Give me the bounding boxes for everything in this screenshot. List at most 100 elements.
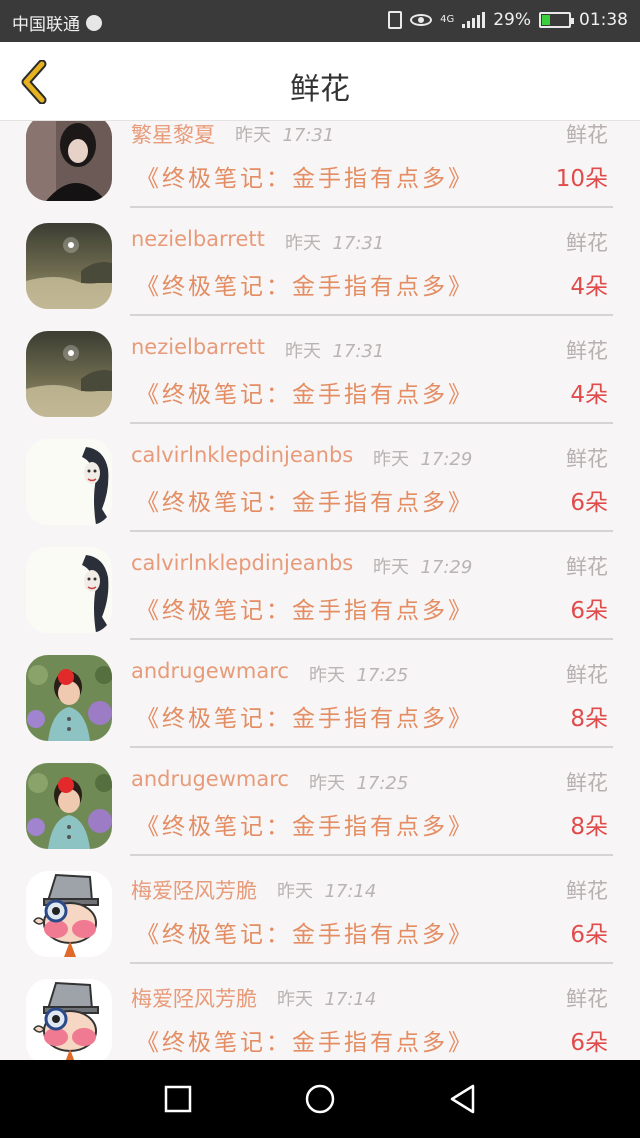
gift-list: 繁星黎夏 昨天 17:31 鲜花 《终极笔记：金手指有点多》 10朵 nezielbarr… (0, 121, 640, 1060)
timestamp-time: 17:14 (324, 881, 377, 902)
avatar[interactable] (26, 223, 112, 309)
signal-icon (462, 12, 486, 28)
gift-count: 6朵 (570, 922, 608, 948)
list-item[interactable]: 梅爱陉风芳脆 昨天 17:14 鲜花《终极笔记：金手指有点多》 6朵 (0, 861, 640, 969)
list-item[interactable]: 繁星黎夏 昨天 17:31 鲜花《终极笔记：金手指有点多》 10朵 (0, 121, 640, 213)
circle-icon (305, 1084, 335, 1114)
timestamp-day: 昨天 (277, 881, 313, 902)
timestamp-time: 17:31 (332, 233, 385, 254)
timestamp: 昨天 17:25 (309, 769, 408, 795)
avatar[interactable] (26, 871, 112, 957)
timestamp: 昨天 17:14 (277, 985, 376, 1011)
row-divider (130, 962, 613, 964)
sender-name[interactable]: calvirlnklepdinjeanbs (131, 443, 353, 467)
gift-type: 鲜花 (566, 555, 608, 579)
back-nav-button[interactable] (448, 1084, 478, 1114)
timestamp-day: 昨天 (373, 557, 409, 578)
list-item[interactable]: andrugewmarc 昨天 17:25 鲜花《终极笔记：金手指有点多》 8朵 (0, 645, 640, 753)
timestamp-time: 17:29 (420, 557, 473, 578)
sender-name[interactable]: nezielbarrett (131, 227, 265, 251)
book-title[interactable]: 《终极笔记：金手指有点多》 (136, 267, 474, 301)
book-title[interactable]: 《终极笔记：金手指有点多》 (136, 159, 474, 193)
sender-name[interactable]: 梅爱陉风芳脆 (131, 983, 257, 1013)
row-divider (130, 854, 613, 856)
navigation-bar (0, 1060, 640, 1138)
list-item[interactable]: calvirlnklepdinjeanbs 昨天 17:29 鲜花《终极笔记：金手指… (0, 429, 640, 537)
list-item[interactable]: 梅爱陉风芳脆 昨天 17:14 鲜花 《终极笔记：金手指有点多》 6朵 (0, 969, 640, 1060)
sender-name[interactable]: 梅爱陉风芳脆 (131, 875, 257, 905)
gift-type: 鲜花 (566, 987, 608, 1011)
gift-count: 4朵 (570, 382, 608, 408)
row-divider (130, 206, 613, 208)
timestamp-day: 昨天 (235, 125, 271, 146)
avatar[interactable] (26, 439, 112, 525)
book-title[interactable]: 《终极笔记：金手指有点多》 (136, 699, 474, 733)
gift-count: 10朵 (555, 166, 608, 192)
book-title[interactable]: 《终极笔记：金手指有点多》 (136, 1023, 474, 1057)
carrier-label: 中国联通 (12, 15, 80, 35)
timestamp-time: 17:31 (282, 125, 335, 146)
row-divider (130, 314, 613, 316)
timestamp-day: 昨天 (277, 989, 313, 1010)
book-title[interactable]: 《终极笔记：金手指有点多》 (136, 483, 474, 517)
list-item[interactable]: nezielbarrett 昨天 17:31 鲜花 《终极笔记：金手指有点多》 4朵 (0, 321, 640, 429)
book-title[interactable]: 《终极笔记：金手指有点多》 (136, 375, 474, 409)
avatar[interactable] (26, 331, 112, 417)
sender-name[interactable]: nezielbarrett (131, 335, 265, 359)
row-divider (130, 746, 613, 748)
sender-name[interactable]: 繁星黎夏 (131, 121, 215, 149)
timestamp: 昨天 17:14 (277, 877, 376, 903)
timestamp: 昨天 17:31 (285, 229, 384, 255)
timestamp: 昨天 17:29 (373, 445, 472, 471)
timestamp-day: 昨天 (309, 773, 345, 794)
gift-count: 6朵 (570, 490, 608, 516)
sender-name[interactable]: calvirlnklepdinjeanbs (131, 551, 353, 575)
gift-count: 8朵 (570, 706, 608, 732)
avatar[interactable] (26, 763, 112, 849)
avatar[interactable] (26, 547, 112, 633)
gift-count: 6朵 (570, 598, 608, 624)
timestamp-time: 17:29 (420, 449, 473, 470)
timestamp-day: 昨天 (285, 233, 321, 254)
list-item[interactable]: nezielbarrett 昨天 17:31 鲜花《终极笔记：金手指有点多》 4朵 (0, 213, 640, 321)
book-title[interactable]: 《终极笔记：金手指有点多》 (136, 915, 474, 949)
page-title: 鲜花 (290, 72, 350, 107)
gift-type: 鲜花 (566, 231, 608, 255)
row-divider (130, 530, 613, 532)
network-label: 4G (440, 14, 455, 25)
gift-type: 鲜花 (566, 663, 608, 687)
row-divider (130, 638, 613, 640)
battery-percent: 29% (493, 10, 531, 30)
status-bar: 中国联通 4G 29% 01:38 (0, 0, 640, 42)
gift-type: 鲜花 (566, 123, 608, 147)
gift-count: 4朵 (570, 274, 608, 300)
gift-count: 8朵 (570, 814, 608, 840)
list-item[interactable]: andrugewmarc 昨天 17:25 鲜花《终极笔记：金手指有点多》 8朵 (0, 753, 640, 861)
status-left: 中国联通 (12, 10, 102, 35)
book-title[interactable]: 《终极笔记：金手指有点多》 (136, 807, 474, 841)
avatar[interactable] (26, 121, 112, 201)
avatar[interactable] (26, 979, 112, 1060)
timestamp-day: 昨天 (309, 665, 345, 686)
list-item[interactable]: calvirlnklepdinjeanbs 昨天 17:29 鲜花《终极笔记：金手指… (0, 537, 640, 645)
square-icon (164, 1085, 192, 1113)
avatar[interactable] (26, 655, 112, 741)
sender-name[interactable]: andrugewmarc (131, 659, 289, 683)
timestamp-day: 昨天 (285, 341, 321, 362)
home-button[interactable] (304, 1084, 335, 1114)
title-bar: 鲜花 (0, 42, 640, 121)
timestamp: 昨天 17:29 (373, 553, 472, 579)
sender-name[interactable]: andrugewmarc (131, 767, 289, 791)
timestamp-time: 17:25 (356, 773, 409, 794)
timestamp: 昨天 17:31 (235, 121, 334, 147)
gift-type: 鲜花 (566, 447, 608, 471)
book-title[interactable]: 《终极笔记：金手指有点多》 (136, 591, 474, 625)
recent-apps-button[interactable] (163, 1084, 193, 1114)
battery-icon (539, 12, 574, 28)
gift-type: 鲜花 (566, 771, 608, 795)
gift-type: 鲜花 (566, 879, 608, 903)
timestamp-time: 17:25 (356, 665, 409, 686)
timestamp: 昨天 17:25 (309, 661, 408, 687)
gift-type: 鲜花 (566, 339, 608, 363)
vibrate-icon (388, 11, 403, 29)
